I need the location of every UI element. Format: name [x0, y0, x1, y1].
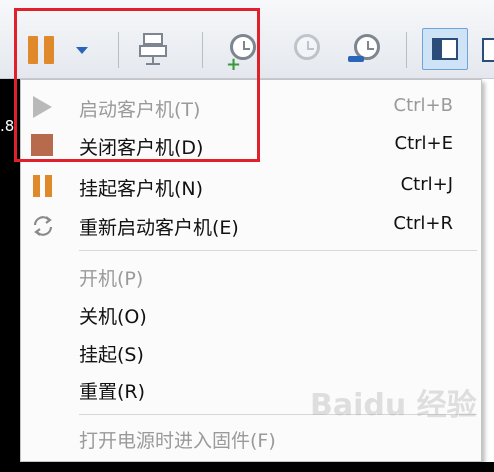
network-computer-icon [139, 33, 167, 65]
menu-item-suspend[interactable]: 挂起(S) [21, 334, 481, 368]
clock-icon [294, 34, 320, 60]
menu-item-restart-guest[interactable]: 重新启动客户机(E) Ctrl+R [21, 207, 481, 241]
toolbar-separator [202, 32, 203, 68]
menu-item-label: 挂起(S) [79, 344, 144, 366]
menu-item-shortcut: Ctrl+B [393, 95, 453, 116]
menu-item-power-on-to-firmware[interactable]: 打开电源时进入固件(F) [21, 420, 481, 454]
menu-item-shortcut: Ctrl+J [400, 174, 453, 195]
window-view-icon [432, 38, 458, 60]
menu-item-start-guest[interactable]: 启动客户机(T) Ctrl+B [21, 89, 481, 123]
next-view-button[interactable] [478, 28, 494, 70]
menu-item-label: 挂起客户机(N) [79, 178, 204, 200]
view-mode-button[interactable] [422, 28, 468, 70]
menu-item-label: 打开电源时进入固件(F) [79, 430, 276, 452]
revert-snapshot-button[interactable] [286, 28, 332, 70]
stop-icon [31, 134, 53, 156]
console-background: .8 [0, 79, 20, 472]
menu-item-power-on[interactable]: 开机(P) [21, 258, 481, 292]
menu-item-label: 启动客户机(T) [79, 99, 201, 121]
background-text: .8 [0, 117, 15, 135]
menu-item-label: 开机(P) [79, 268, 144, 290]
menu-item-shortcut: Ctrl+R [393, 213, 453, 234]
menu-item-shutdown-guest[interactable]: 关闭客户机(D) Ctrl+E [21, 127, 481, 161]
send-ctrl-alt-del-button[interactable] [134, 28, 184, 70]
take-snapshot-button[interactable]: + [222, 28, 268, 75]
menu-item-label: 关闭客户机(D) [79, 137, 204, 159]
power-menu-button[interactable] [26, 28, 102, 70]
console-background [20, 462, 494, 472]
pause-icon [31, 175, 53, 197]
play-icon [31, 96, 53, 118]
snapshot-manager-button[interactable] [346, 28, 392, 70]
menu-item-label: 重置(R) [79, 381, 146, 403]
restart-icon [31, 214, 53, 236]
menu-item-power-off[interactable]: 关机(O) [21, 296, 481, 330]
menu-item-shortcut: Ctrl+E [394, 133, 453, 154]
toolbar: + [0, 0, 494, 79]
menu-item-suspend-guest[interactable]: 挂起客户机(N) Ctrl+J [21, 168, 481, 202]
plus-icon: + [226, 54, 242, 75]
wrench-icon [348, 56, 364, 62]
window-view-icon [482, 38, 494, 62]
dropdown-arrow-icon[interactable] [76, 47, 88, 54]
menu-item-label: 关机(O) [79, 306, 147, 328]
toolbar-separator [118, 32, 119, 68]
toolbar-separator [406, 32, 407, 68]
menu-divider [79, 250, 477, 251]
menu-item-label: 重新启动客户机(E) [79, 217, 239, 239]
watermark: Baidu 经验 [310, 388, 477, 423]
